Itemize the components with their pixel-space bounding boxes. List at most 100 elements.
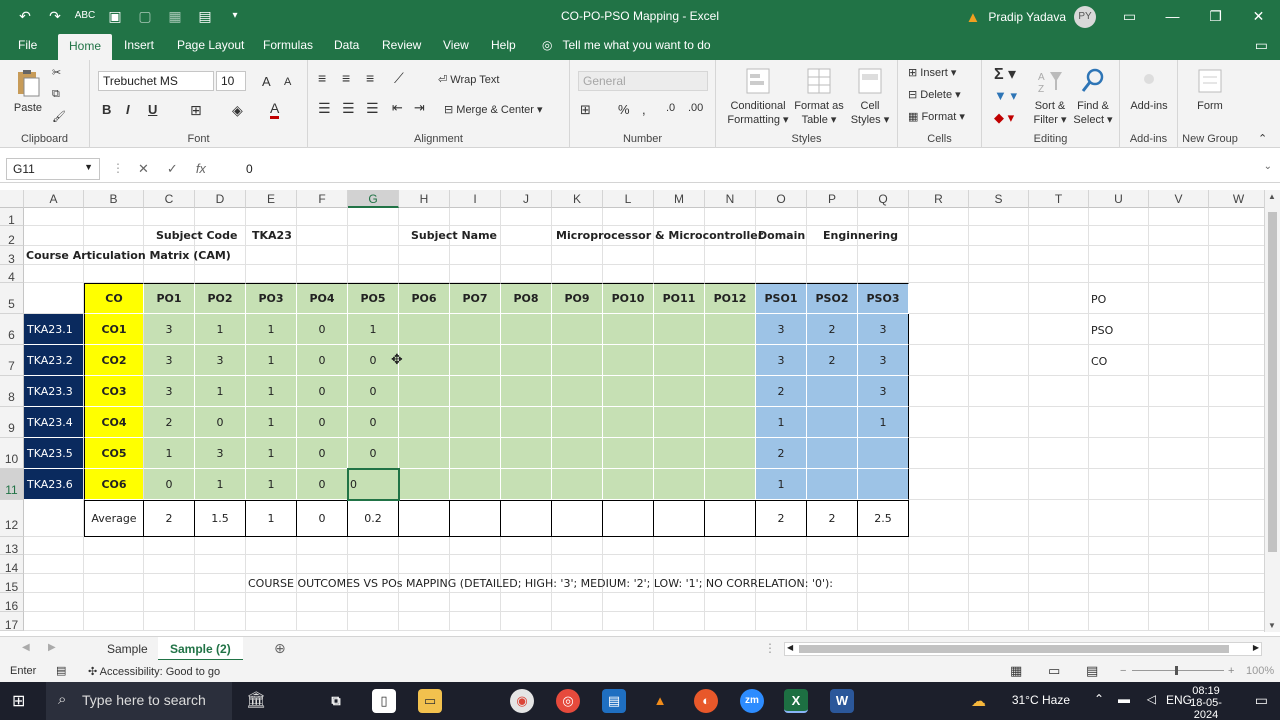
page-layout-view-icon[interactable]: ▭ — [1048, 663, 1060, 679]
horizontal-scrollbar[interactable]: ◀ ▶ — [784, 642, 1262, 656]
grid-cell[interactable] — [24, 537, 84, 555]
clock[interactable]: 08:19 18-05-2024 — [1178, 685, 1234, 720]
grid-cell[interactable] — [195, 265, 246, 283]
grid-cell[interactable] — [807, 208, 858, 226]
po-cell[interactable]: 2 — [144, 407, 195, 438]
co-code-cell[interactable]: TKA23.3 — [24, 376, 84, 407]
pso-cell[interactable]: 2 — [756, 438, 807, 469]
grid-cell[interactable] — [1029, 314, 1089, 345]
grid-cell[interactable] — [654, 246, 705, 265]
po-cell[interactable]: 1 — [195, 469, 246, 500]
grid-cell[interactable] — [1209, 226, 1264, 246]
grid-cell[interactable] — [1029, 612, 1089, 631]
row-header-2[interactable]: 2 — [0, 226, 24, 247]
active-cell-g11[interactable] — [347, 468, 400, 501]
prev-sheet-icon[interactable]: ◀ — [22, 642, 30, 653]
po-cell[interactable] — [705, 314, 756, 345]
grid-cell[interactable] — [1029, 376, 1089, 407]
grid-cell[interactable] — [1149, 469, 1209, 500]
column-header-r[interactable]: R — [909, 190, 969, 208]
grid-cell[interactable] — [603, 555, 654, 574]
co-name-cell[interactable]: CO1 — [84, 314, 144, 345]
pso-cell[interactable] — [858, 438, 909, 469]
grid-cell[interactable] — [603, 537, 654, 555]
grid-cell[interactable] — [1029, 208, 1089, 226]
grid-cell[interactable] — [909, 208, 969, 226]
grid-cell[interactable] — [1149, 345, 1209, 376]
row-header-5[interactable]: 5 — [0, 283, 24, 314]
grid-cell[interactable] — [1089, 226, 1149, 246]
grid-cell[interactable] — [909, 246, 969, 265]
po-cell[interactable]: 0 — [195, 407, 246, 438]
grid-cell[interactable] — [399, 246, 450, 265]
po-cell[interactable] — [501, 407, 552, 438]
co-code-cell[interactable]: TKA23.6 — [24, 469, 84, 500]
grid-cell[interactable] — [705, 555, 756, 574]
grid-cell[interactable] — [705, 246, 756, 265]
grid-cell[interactable] — [501, 226, 552, 246]
po-cell[interactable] — [450, 314, 501, 345]
sort-filter-button[interactable]: AZ Sort & Filter ▾ — [1028, 66, 1072, 127]
comma-icon[interactable]: , — [642, 102, 646, 117]
grid-cell[interactable] — [1029, 226, 1089, 246]
pso-cell[interactable] — [807, 438, 858, 469]
po-cell[interactable] — [399, 407, 450, 438]
po-cell[interactable] — [705, 469, 756, 500]
po-cell[interactable] — [399, 376, 450, 407]
tab-formulas[interactable]: Formulas — [263, 38, 313, 52]
grid-cell[interactable] — [1029, 265, 1089, 283]
pso-cell[interactable]: 2 — [807, 345, 858, 376]
po-cell[interactable]: 0 — [144, 469, 195, 500]
grid-cell[interactable] — [705, 537, 756, 555]
grid-cell[interactable] — [909, 612, 969, 631]
grid-cell[interactable] — [348, 537, 399, 555]
grid-cell[interactable] — [84, 555, 144, 574]
collapse-ribbon-icon[interactable]: ⌃ — [1258, 132, 1267, 145]
po-cell[interactable] — [552, 407, 603, 438]
grid-cell[interactable] — [756, 555, 807, 574]
borders-icon[interactable]: ⊞ — [190, 102, 202, 119]
grid-cell[interactable] — [450, 593, 501, 612]
grid-cell[interactable] — [24, 208, 84, 226]
row-header-7[interactable]: 7 — [0, 345, 24, 376]
grid-cell[interactable] — [501, 208, 552, 226]
grid-cell[interactable] — [1029, 246, 1089, 265]
pso-cell[interactable] — [807, 376, 858, 407]
pso-cell[interactable]: 3 — [858, 345, 909, 376]
grid-cell[interactable] — [654, 593, 705, 612]
grid-cell[interactable] — [969, 593, 1029, 612]
name-box-dropdown-icon[interactable]: ▼ — [84, 162, 93, 172]
column-header-w[interactable]: W — [1209, 190, 1264, 208]
grid-cell[interactable] — [909, 226, 969, 246]
grid-cell[interactable] — [858, 593, 909, 612]
column-header-n[interactable]: N — [705, 190, 756, 208]
grid-cell[interactable] — [246, 555, 297, 574]
file-explorer-icon[interactable]: ▭ — [418, 689, 442, 713]
grid-cell[interactable] — [297, 593, 348, 612]
network-icon[interactable]: ▬ — [1118, 692, 1130, 706]
grid-cell[interactable] — [1149, 438, 1209, 469]
grid-cell[interactable] — [807, 555, 858, 574]
excel-taskbar-icon[interactable]: X — [784, 689, 808, 713]
grid-cell[interactable] — [1149, 226, 1209, 246]
grid-cell[interactable] — [1209, 376, 1264, 407]
po-cell[interactable] — [552, 376, 603, 407]
tab-help[interactable]: Help — [491, 38, 516, 52]
grid-cell[interactable] — [297, 537, 348, 555]
grid-cell[interactable] — [969, 469, 1029, 500]
grid-cell[interactable] — [1209, 265, 1264, 283]
grid-cell[interactable] — [756, 612, 807, 631]
tell-me-search[interactable]: ◎ Tell me what you want to do — [542, 38, 711, 52]
grid-cell[interactable] — [1029, 574, 1089, 593]
grid-cell[interactable] — [552, 246, 603, 265]
grid-cell[interactable] — [969, 226, 1029, 246]
column-header-e[interactable]: E — [246, 190, 297, 208]
tab-review[interactable]: Review — [382, 38, 421, 52]
vlc-icon[interactable]: ▲ — [648, 689, 672, 713]
orientation-icon[interactable]: ⟋ — [394, 70, 404, 87]
grid-cell[interactable] — [1149, 500, 1209, 537]
grid-cell[interactable] — [1209, 612, 1264, 631]
horizontal-scroll-thumb[interactable] — [799, 645, 1229, 653]
po-cell[interactable] — [399, 438, 450, 469]
po-cell[interactable] — [501, 469, 552, 500]
